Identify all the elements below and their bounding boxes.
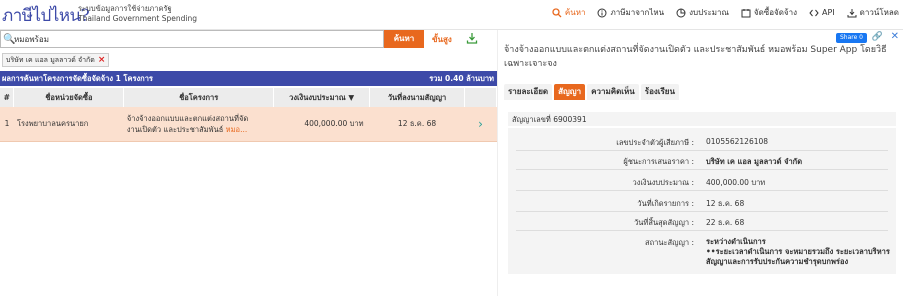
field-label: วงเงินงบประมาณ : [632,178,695,187]
nav-label: ค้นหา [564,8,586,17]
field-value: 12 ธ.ค. 68 [706,199,745,208]
project-title: จ้างจ้างออกแบบและตกแต่งสถานที่จัดงานเปิด… [504,45,887,69]
divider [516,230,888,231]
status-line-3: สัญญาและการรับประกันความชำรุดบกพร่อง [706,257,849,266]
column-header-budget-label: วงเงินงบประมาณ [289,92,346,102]
nav-api[interactable]: API [809,6,835,19]
search-box: 🔍 [0,30,384,48]
nav-label: จัดซื้อจัดจ้าง [753,8,798,17]
results-table: # ชื่อหน่วยจัดซื้อ ชื่อโครงการ วงเงินงบป… [0,88,497,142]
nav-budget[interactable]: งบประมาณ [676,6,729,19]
download-icon [847,8,857,17]
tab-complaints[interactable]: ร้องเรียน [640,84,679,100]
nav-label: งบประมาณ [689,8,729,17]
nav-label: ภาษีมาจากไหน [610,8,665,17]
field-label: เลขประจำตัวผู้เสียภาษี : [616,138,694,147]
field-label: วันที่เกิดรายการ : [637,199,694,208]
table-row[interactable]: 1 โรงพยาบาลนครนายก จ้างจ้างออกแบบและตกแต… [0,107,497,142]
main-nav: ค้นหา ภาษีมาจากไหน งบประมาณ จัดซื้อจัดจ้… [552,6,899,19]
results-count: ผลการค้นหาโครงการจัดซื้อจัดจ้าง 1 โครงกา… [2,74,153,83]
divider [516,190,888,191]
search-results-panel: 🔍 ค้นหา ขั้นสูง บริษัท เค แอล มูลลาวด์ จ… [0,30,497,296]
results-summary-bar: ผลการค้นหาโครงการจัดซื้อจัดจ้าง 1 โครงกา… [0,71,497,86]
sort-desc-icon: ▼ [348,92,355,102]
project-line-1: จ้างจ้างออกแบบและตกแต่งสถานที่จัด [126,113,249,123]
divider [516,150,888,151]
nav-search[interactable]: ค้นหา [552,6,586,19]
project-line-2-text: งานเปิดตัว และประชาสัมพันธ์ [126,124,224,134]
divider [516,169,888,170]
nav-download[interactable]: ดาวน์โหลด [847,6,899,19]
tab-comments[interactable]: ความคิดเห็น [587,84,639,100]
detail-panel: Share 0 🔗 ✕ จ้างจ้างออกแบบและตกแต่งสถานท… [497,30,903,296]
tab-details[interactable]: รายละเอียด [504,84,553,100]
facebook-share-button[interactable]: Share 0 [835,33,867,43]
contract-number-value: 6900391 [553,115,587,124]
nav-procurement[interactable]: จัดซื้อจัดจ้าง [741,6,797,19]
field-value: 22 ธ.ค. 68 [706,218,745,227]
contract-number-label: สัญญาเลขที่ [512,115,551,124]
site-logo[interactable]: ภาษีไปไหน? [2,2,90,29]
search-input[interactable] [14,33,374,46]
field-label: สถานะสัญญา : [645,238,694,247]
results-total: รวม 0.40 ล้านบาท [429,74,494,83]
cell-number: 1 [0,107,14,142]
detail-tabs: รายละเอียด สัญญา ความคิดเห็น ร้องเรียน [504,84,679,100]
nav-label: API [822,8,835,17]
field-value: 0105562126108 [706,137,769,146]
search-button[interactable]: ค้นหา [384,30,424,48]
cell-sign-date: 12 ธ.ค. 68 [369,107,465,142]
info-icon [597,8,607,17]
project-line-2: งานเปิดตัว และประชาสัมพันธ์ หมอ... [127,124,271,135]
download-icon[interactable] [466,32,478,46]
advanced-search-link[interactable]: ขั้นสูง [432,33,452,46]
remove-filter-icon[interactable]: × [98,55,106,65]
search-row: 🔍 ค้นหา ขั้นสูง [0,30,497,50]
column-header-agency[interactable]: ชื่อหน่วยจัดซื้อ [13,88,125,107]
code-icon [809,9,819,16]
subtitle-thai: ระบบข้อมูลการใช้จ่ายภาครัฐ [78,4,172,13]
search-icon [552,7,562,17]
cell-project: จ้างจ้างออกแบบและตกแต่งสถานที่จัด งานเปิ… [123,107,274,142]
top-header: ภาษีไปไหน? ระบบข้อมูลการใช้จ่ายภาครัฐ Th… [0,0,903,30]
link-icon[interactable]: 🔗 [872,32,883,42]
nav-tax-source[interactable]: ภาษีมาจากไหน [597,6,664,19]
subtitle-english: Thailand Government Spending [78,14,197,23]
project-more-link[interactable]: หมอ... [226,125,248,134]
column-header-action [464,88,497,107]
status-line-1: ระหว่างดำเนินการ [706,237,766,246]
column-header-project[interactable]: ชื่อโครงการ [123,88,275,107]
status-value: ระหว่างดำเนินการ ••ระยะเวลาดำเนินการ จะห… [706,237,890,267]
procurement-icon [741,8,751,17]
pie-chart-icon [676,8,686,17]
nav-label: ดาวน์โหลด [859,8,899,17]
column-header-number: # [0,88,15,107]
status-line-2: ••ระยะเวลาดำเนินการ จะหมายรวมถึง ระยะเวล… [706,247,890,256]
table-header-row: # ชื่อหน่วยจัดซื้อ ชื่อโครงการ วงเงินงบป… [0,88,497,107]
tab-contract[interactable]: สัญญา [554,84,586,100]
chevron-right-icon[interactable]: › [464,107,497,142]
field-value: บริษัท เค แอล มูลลาวด์ จำกัด [706,157,803,166]
close-icon[interactable]: ✕ [891,31,899,42]
filter-chip-label: บริษัท เค แอล มูลลาวด์ จำกัด [6,55,95,64]
filter-chip: บริษัท เค แอล มูลลาวด์ จำกัด × [2,53,110,67]
cell-budget: 400,000.00 บาท [273,107,370,142]
column-header-budget[interactable]: วงเงินงบประมาณ ▼ [273,88,371,107]
cell-agency: โรงพยาบาลนครนายก [13,107,124,142]
contract-detail-box: เลขประจำตัวผู้เสียภาษี : 0105562126108 ผ… [508,128,896,274]
site-subtitle: ระบบข้อมูลการใช้จ่ายภาครัฐ Thailand Gove… [78,4,197,24]
field-label: วันที่สิ้นสุดสัญญา : [634,218,694,227]
column-header-sign-date[interactable]: วันที่ลงนามสัญญา [369,88,465,107]
field-label: ผู้ชนะการเสนอราคา : [623,157,694,166]
contract-number-bar: สัญญาเลขที่ 6900391 [508,112,896,126]
field-value: 400,000.00 บาท [706,178,766,187]
divider [516,211,888,212]
